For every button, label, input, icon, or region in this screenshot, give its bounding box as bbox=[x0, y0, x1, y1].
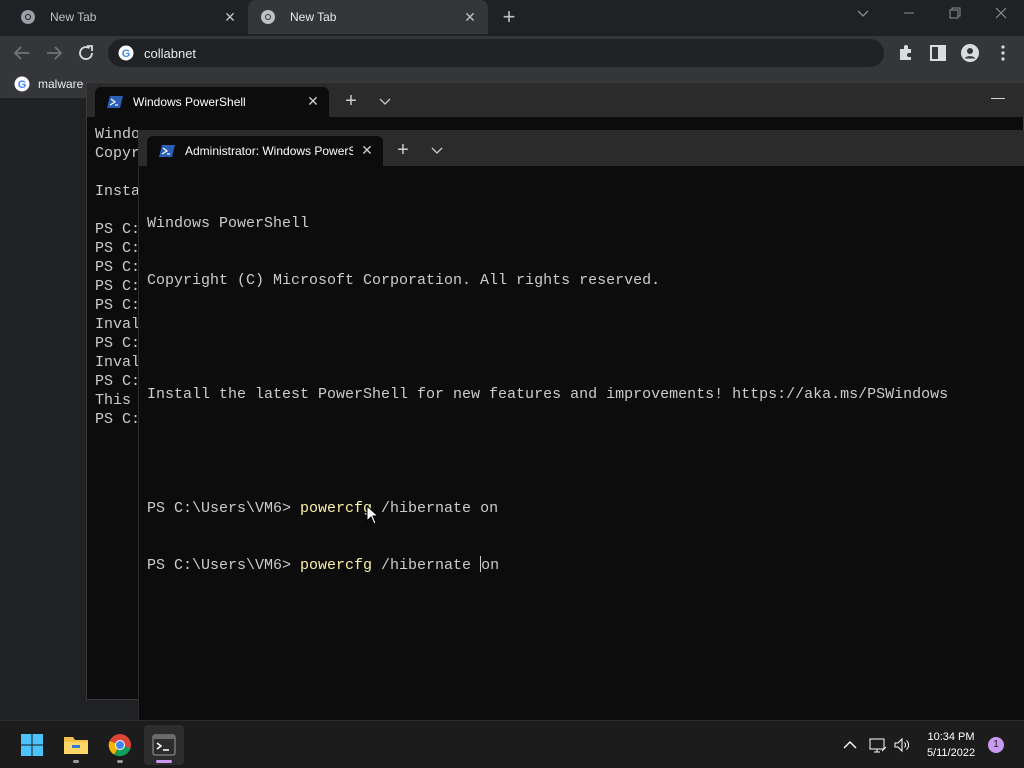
command-args: /hibernate on bbox=[372, 500, 499, 517]
reload-icon[interactable] bbox=[74, 41, 98, 65]
terminal-titlebar[interactable]: Windows PowerShell ✕ + — bbox=[87, 83, 1024, 117]
folder-icon bbox=[64, 737, 88, 754]
terminal-line: Insta bbox=[95, 183, 141, 200]
terminal-tab-title: Windows PowerShell bbox=[133, 95, 246, 109]
close-tab-icon[interactable]: ✕ bbox=[462, 9, 478, 25]
new-tab-button[interactable]: + bbox=[498, 6, 520, 28]
terminal-line: Copyright (C) Microsoft Corporation. All… bbox=[147, 272, 661, 289]
browser-tab-1[interactable]: New Tab ✕ bbox=[8, 0, 248, 34]
mouse-pointer-icon bbox=[366, 505, 380, 525]
minimize-icon[interactable]: — bbox=[991, 89, 1005, 105]
terminal-line: Inval bbox=[95, 316, 141, 333]
terminal-line: PS C: bbox=[95, 278, 141, 295]
close-tab-icon[interactable]: ✕ bbox=[359, 142, 375, 158]
svg-text:G: G bbox=[18, 79, 27, 91]
command-args-after-cursor: on bbox=[481, 557, 500, 574]
active-indicator bbox=[156, 760, 172, 763]
restore-icon[interactable] bbox=[944, 4, 966, 26]
terminal-tab-title: Administrator: Windows PowerS bbox=[185, 144, 353, 158]
command-text: powercfg bbox=[300, 500, 373, 517]
tab-search-chevron-icon[interactable] bbox=[852, 4, 874, 26]
command-text: powercfg bbox=[300, 557, 373, 574]
prompt-text: PS C:\Users\VM6> bbox=[147, 500, 301, 517]
new-terminal-tab-button[interactable]: + bbox=[393, 140, 413, 160]
bookmark-malware[interactable]: G malware bbox=[14, 76, 83, 92]
terminal-line: PS C: bbox=[95, 297, 141, 314]
terminal-tab-powershell[interactable]: Windows PowerShell ✕ bbox=[95, 87, 329, 117]
profile-avatar-icon[interactable] bbox=[960, 43, 980, 63]
taskbar: 10:34 PM 5/11/2022 1 bbox=[0, 720, 1024, 768]
more-menu-icon[interactable] bbox=[994, 43, 1014, 63]
chrome-icon bbox=[261, 10, 275, 24]
clock-date: 5/11/2022 bbox=[926, 747, 976, 759]
chrome-icon bbox=[108, 734, 131, 757]
terminal-line: PS C: bbox=[95, 240, 141, 257]
taskbar-file-explorer[interactable] bbox=[56, 725, 96, 765]
powershell-icon bbox=[159, 145, 175, 157]
clock-time: 10:34 PM bbox=[927, 731, 975, 743]
chrome-icon bbox=[21, 10, 35, 24]
address-text: collabnet bbox=[144, 45, 197, 61]
network-icon[interactable] bbox=[868, 735, 888, 755]
powershell-icon bbox=[107, 96, 123, 108]
svg-text:G: G bbox=[122, 48, 131, 60]
minimize-icon[interactable] bbox=[898, 4, 920, 26]
terminal-line: Windows PowerShell bbox=[147, 215, 310, 232]
notification-badge[interactable]: 1 bbox=[988, 737, 1004, 753]
show-hidden-icons-chevron-icon[interactable] bbox=[840, 735, 860, 755]
volume-icon[interactable] bbox=[892, 735, 912, 755]
bookmark-label: malware bbox=[38, 77, 84, 91]
browser-tab-2[interactable]: New Tab ✕ bbox=[248, 0, 488, 34]
browser-toolbar: G collabnet bbox=[0, 36, 1024, 70]
close-tab-icon[interactable]: ✕ bbox=[305, 93, 321, 109]
side-panel-icon[interactable] bbox=[928, 43, 948, 63]
new-terminal-tab-button[interactable]: + bbox=[341, 91, 361, 111]
terminal-tab-admin-powershell[interactable]: Administrator: Windows PowerS ✕ bbox=[147, 136, 383, 166]
command-args: /hibernate bbox=[372, 557, 481, 574]
terminal-line: PS C: bbox=[95, 411, 141, 428]
terminal-prompt-line: PS C:\Users\VM6> powercfg /hibernate on bbox=[147, 499, 948, 518]
google-icon: G bbox=[118, 45, 134, 61]
close-tab-icon[interactable]: ✕ bbox=[222, 9, 238, 25]
browser-tabstrip: New Tab ✕ New Tab ✕ + bbox=[0, 0, 1024, 36]
terminal-line: PS C: bbox=[95, 221, 141, 238]
terminal-line: PS C: bbox=[95, 373, 141, 390]
chevron-down-icon[interactable] bbox=[377, 93, 393, 109]
terminal-line: PS C: bbox=[95, 259, 141, 276]
address-bar[interactable]: G collabnet bbox=[108, 39, 884, 67]
terminal-titlebar[interactable]: Administrator: Windows PowerS ✕ + bbox=[139, 130, 1024, 166]
system-clock[interactable]: 10:34 PM 5/11/2022 bbox=[912, 729, 990, 761]
terminal-window-admin[interactable]: Administrator: Windows PowerS ✕ + Window… bbox=[138, 130, 1024, 720]
terminal-line: Inval bbox=[95, 354, 141, 371]
terminal-line: Install the latest PowerShell for new fe… bbox=[147, 386, 949, 403]
forward-icon[interactable] bbox=[42, 41, 66, 65]
running-indicator bbox=[117, 760, 123, 763]
terminal-output[interactable]: Windows PowerShell Copyright (C) Microso… bbox=[147, 176, 948, 613]
close-window-icon[interactable] bbox=[990, 4, 1012, 26]
terminal-line: PS C: bbox=[95, 335, 141, 352]
browser-tab-title: New Tab bbox=[290, 10, 337, 24]
chevron-down-icon[interactable] bbox=[429, 142, 445, 158]
prompt-text: PS C:\Users\VM6> bbox=[147, 557, 301, 574]
terminal-line: Windo bbox=[95, 126, 141, 143]
windows-logo-icon bbox=[21, 734, 43, 756]
back-icon[interactable] bbox=[10, 41, 34, 65]
extensions-puzzle-icon[interactable] bbox=[896, 43, 916, 63]
start-button[interactable] bbox=[12, 725, 52, 765]
terminal-output-background: Windo Copyr Insta PS C: PS C: PS C: PS C: PS C:… bbox=[95, 125, 140, 429]
running-indicator bbox=[73, 760, 79, 763]
browser-tab-title: New Tab bbox=[50, 10, 97, 24]
terminal-icon bbox=[152, 734, 176, 756]
terminal-line: This bbox=[95, 392, 141, 409]
terminal-prompt-line-active[interactable]: PS C:\Users\VM6> powercfg /hibernate on bbox=[147, 556, 948, 575]
terminal-line: Copyr bbox=[95, 145, 141, 162]
google-icon: G bbox=[14, 76, 30, 92]
taskbar-chrome[interactable] bbox=[100, 725, 140, 765]
taskbar-terminal[interactable] bbox=[144, 725, 184, 765]
